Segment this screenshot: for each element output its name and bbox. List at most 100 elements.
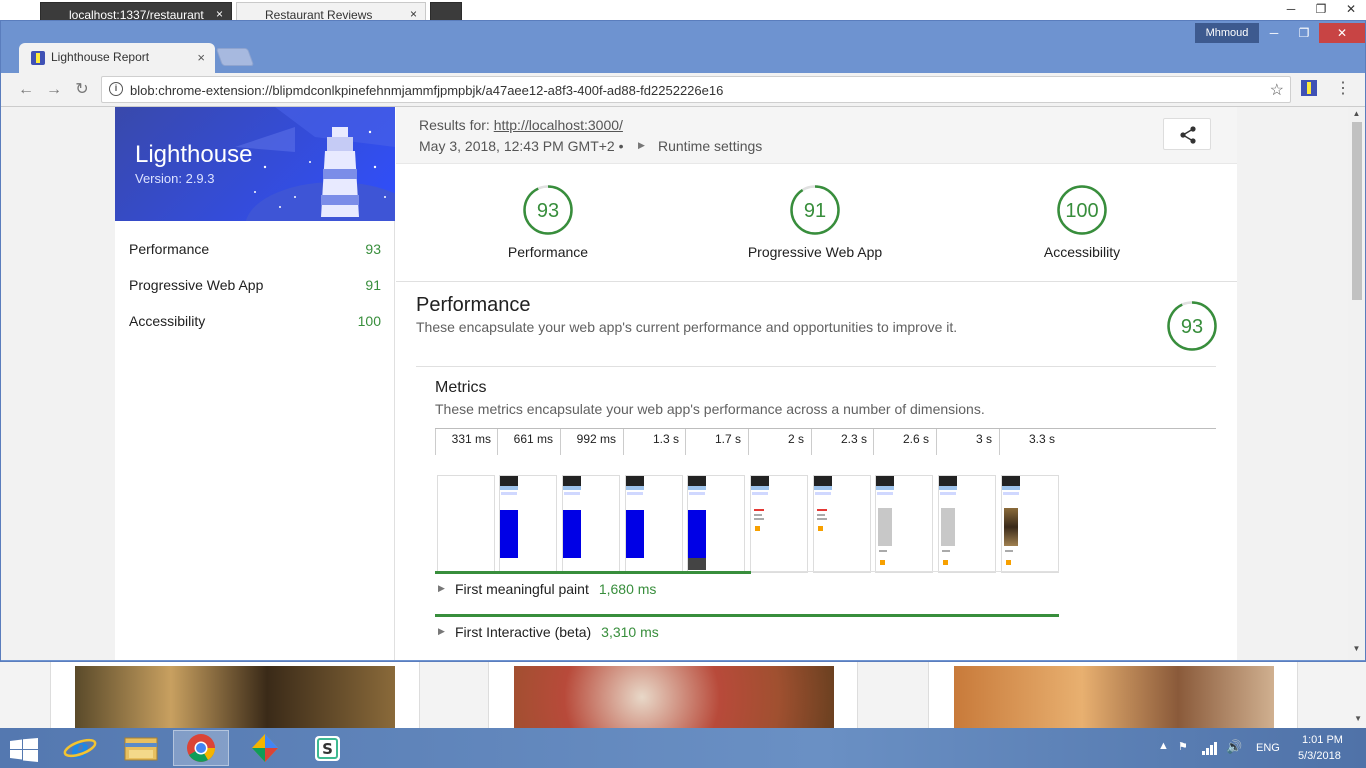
results-url-link[interactable]: http://localhost:3000/ <box>494 117 623 133</box>
vertical-scrollbar[interactable]: ▲ ▼ <box>1348 107 1365 660</box>
share-button[interactable] <box>1163 118 1211 150</box>
restore-icon[interactable]: ❐ <box>1306 0 1336 20</box>
gauge-score: 91 <box>804 200 826 222</box>
slack-icon: S <box>315 736 340 761</box>
taskbar-file-explorer[interactable] <box>113 730 169 766</box>
gauge-label: Accessibility <box>1043 244 1121 260</box>
clock-date[interactable]: 5/3/2018 <box>1298 750 1341 762</box>
bookmark-star-icon[interactable]: ☆ <box>1270 80 1284 100</box>
clock-time[interactable]: 1:01 PM <box>1302 734 1343 746</box>
info-icon[interactable]: i <box>109 82 123 96</box>
filmstrip-frame: 661 ms <box>497 429 557 573</box>
taskbar-chrome[interactable] <box>173 730 229 766</box>
action-center-icon[interactable]: ⚑ <box>1178 740 1188 753</box>
gauge-score: 93 <box>1181 316 1203 338</box>
report-date: May 3, 2018, 12:43 PM GMT+2 • <box>419 138 624 154</box>
internet-explorer-icon: e <box>63 732 97 765</box>
sidebar-item-label: Progressive Web App <box>129 277 264 293</box>
profile-badge[interactable]: Mhmoud <box>1195 23 1259 43</box>
close-icon[interactable]: × <box>410 7 417 21</box>
frame-time: 1.7 s <box>685 429 745 455</box>
lighthouse-extension-icon[interactable] <box>1301 80 1317 96</box>
forward-arrow-icon[interactable]: → <box>43 79 65 101</box>
background-page: ▼ <box>0 662 1366 728</box>
frame-thumbnail <box>625 475 683 573</box>
frame-thumbnail <box>938 475 996 573</box>
lighthouse-header: Lighthouse Version: 2.9.3 <box>115 107 395 221</box>
triangle-right-icon[interactable]: ▶ <box>638 140 645 151</box>
kite-app-icon <box>252 734 278 762</box>
results-for: Results for: http://localhost:3000/ <box>419 117 623 133</box>
report-topbar: Results for: http://localhost:3000/ May … <box>396 107 1237 164</box>
taskbar-internet-explorer[interactable]: e <box>52 730 108 766</box>
gauge-ring-icon: 93 <box>523 185 573 235</box>
metric-bar-first-interactive <box>435 614 1059 617</box>
triangle-right-icon[interactable]: ▶ <box>438 583 445 594</box>
url-text[interactable]: blob:chrome-extension://blipmdconlkpinef… <box>130 83 723 98</box>
metrics-group: Metrics These metrics encapsulate your w… <box>435 379 1216 417</box>
frame-time: 331 ms <box>435 429 495 455</box>
divider <box>416 366 1216 367</box>
frame-time: 1.3 s <box>623 429 683 455</box>
metric-value: 1,680 ms <box>598 581 657 597</box>
runtime-settings-toggle[interactable]: Runtime settings <box>658 138 762 154</box>
filmstrip-frame: 331 ms <box>435 429 495 573</box>
section-description: These encapsulate your web app's current… <box>416 319 958 335</box>
volume-icon[interactable]: 🔊 <box>1226 739 1242 755</box>
frame-thumbnail <box>813 475 871 573</box>
metric-first-interactive[interactable]: First Interactive (beta) 3,310 ms <box>455 624 659 640</box>
start-button[interactable] <box>0 730 56 766</box>
report-title: Lighthouse <box>135 141 253 168</box>
signal-icon[interactable] <box>1202 741 1218 755</box>
restore-icon[interactable]: ❐ <box>1289 23 1319 43</box>
frame-thumbnail <box>499 475 557 573</box>
filmstrip: 331 ms 661 ms 992 ms 1.3 s 1.7 s 2 s 2.3… <box>435 429 1060 573</box>
close-window-button[interactable]: ✕ <box>1319 23 1365 43</box>
sidebar-item-pwa[interactable]: Progressive Web App 91 <box>115 267 395 303</box>
lighthouse-favicon-icon <box>31 51 45 65</box>
restaurant-photo <box>75 666 395 728</box>
frame-time: 2.3 s <box>811 429 871 455</box>
close-icon[interactable]: × <box>216 7 223 21</box>
scroll-up-icon[interactable]: ▲ <box>1348 109 1365 123</box>
back-arrow-icon[interactable]: ← <box>15 79 37 101</box>
sidebar-item-accessibility[interactable]: Accessibility 100 <box>115 303 395 339</box>
filmstrip-frame: 2.3 s <box>811 429 871 573</box>
reload-icon[interactable]: ↻ <box>71 79 93 101</box>
tab-lighthouse-report[interactable]: Lighthouse Report × <box>19 43 215 73</box>
sidebar-item-performance[interactable]: Performance 93 <box>115 231 395 267</box>
scroll-down-icon[interactable]: ▼ <box>1348 644 1365 658</box>
metric-first-meaningful-paint[interactable]: First meaningful paint 1,680 ms <box>455 581 656 597</box>
metrics-title: Metrics <box>435 379 487 396</box>
gauge-pwa[interactable]: 91 Progressive Web App <box>715 184 915 260</box>
frame-thumbnail <box>750 475 808 573</box>
scroll-down-icon[interactable]: ▼ <box>1354 714 1362 723</box>
chrome-icon <box>187 734 215 762</box>
performance-section: Performance These encapsulate your web a… <box>416 294 1217 351</box>
frame-thumbnail <box>875 475 933 573</box>
address-bar[interactable]: i blob:chrome-extension://blipmdconlkpin… <box>101 76 1291 103</box>
taskbar-app-kite[interactable] <box>237 730 293 766</box>
language-indicator[interactable]: ENG <box>1256 742 1280 754</box>
tray-expand-icon[interactable]: ▲ <box>1158 740 1169 752</box>
minimize-icon[interactable]: ─ <box>1276 0 1306 20</box>
restaurant-card <box>488 662 858 728</box>
frame-time: 2.6 s <box>873 429 933 455</box>
gauge-performance[interactable]: 93 Performance <box>448 184 648 260</box>
close-icon[interactable]: × <box>197 50 205 65</box>
triangle-right-icon[interactable]: ▶ <box>438 626 445 637</box>
svg-text:S: S <box>322 740 333 758</box>
menu-dots-icon[interactable]: ⋮ <box>1335 79 1351 99</box>
report-version: Version: 2.9.3 <box>135 171 215 186</box>
metric-label: First meaningful paint <box>455 581 589 597</box>
minimize-icon[interactable]: ─ <box>1259 23 1289 43</box>
scrollbar-thumb[interactable] <box>1352 122 1362 300</box>
tab-title: Lighthouse Report <box>51 50 150 64</box>
new-tab-button[interactable] <box>215 48 255 66</box>
metric-label: First Interactive (beta) <box>455 624 592 640</box>
taskbar-slack[interactable]: S <box>300 730 356 766</box>
metrics-description: These metrics encapsulate your web app's… <box>435 401 985 417</box>
close-icon[interactable]: ✕ <box>1336 0 1366 20</box>
gauge-accessibility[interactable]: 100 Accessibility <box>982 184 1182 260</box>
filmstrip-frame: 2.6 s <box>873 429 933 573</box>
